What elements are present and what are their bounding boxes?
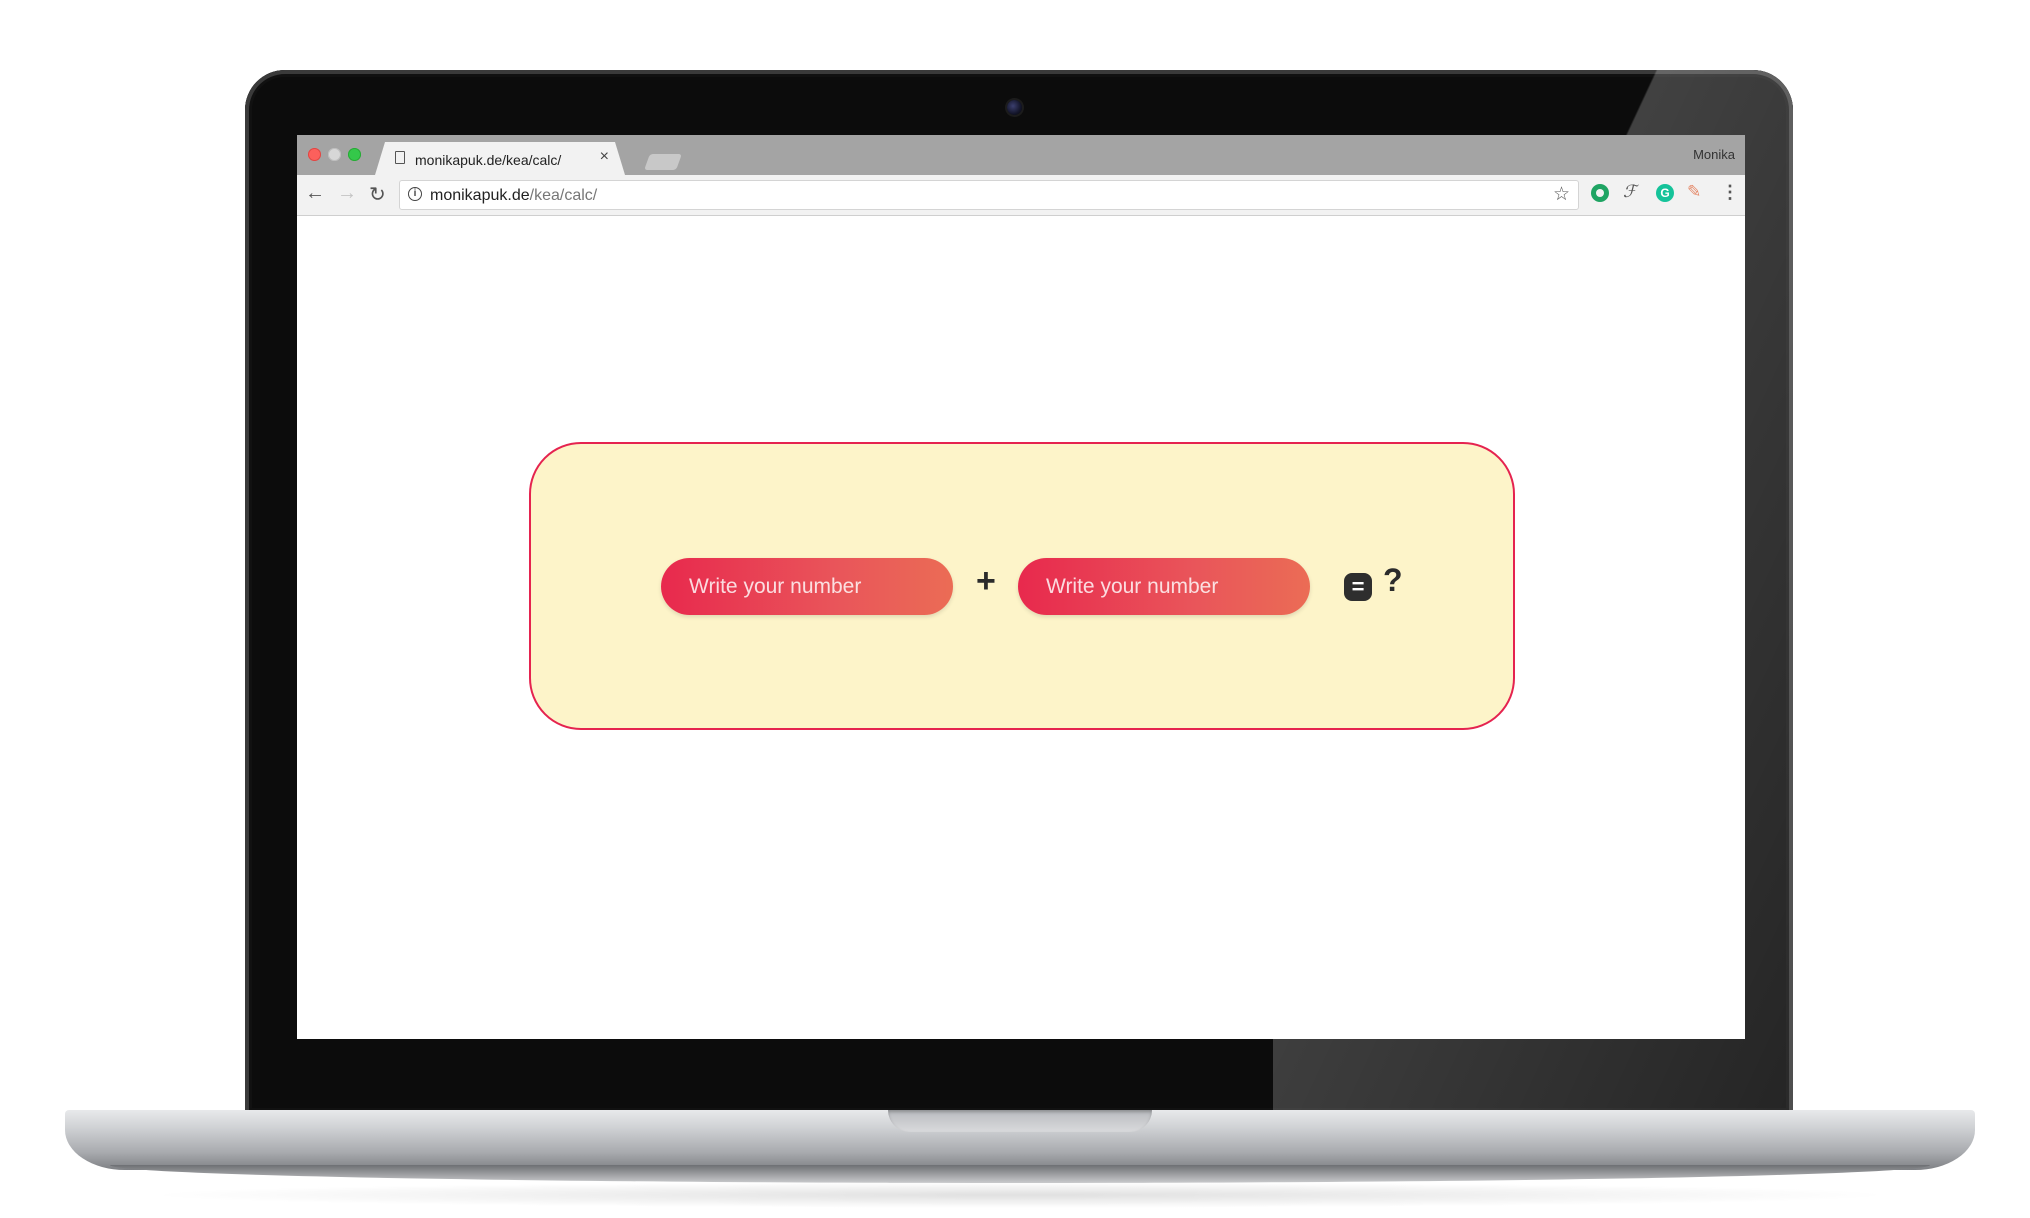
bookmark-star-icon[interactable]: ☆ bbox=[1553, 183, 1570, 206]
second-number-input[interactable]: Write your number bbox=[1018, 558, 1310, 615]
tab-active[interactable]: monikapuk.de/kea/calc/ × bbox=[375, 142, 625, 175]
first-number-placeholder: Write your number bbox=[689, 574, 862, 598]
plus-operator: + bbox=[976, 562, 996, 600]
browser-toolbar: ← → ↻ i monikapuk.de/kea/calc/ ☆ ℱ G ✎ ⋮ bbox=[297, 175, 1745, 216]
window-close-button[interactable] bbox=[308, 148, 321, 161]
eyedropper-icon[interactable]: ✎ bbox=[1687, 182, 1707, 202]
reload-icon[interactable]: ↻ bbox=[369, 182, 386, 207]
url-host: monikapuk.de bbox=[430, 187, 530, 204]
laptop-shadow bbox=[140, 1182, 1900, 1208]
info-icon[interactable]: i bbox=[408, 187, 422, 201]
first-number-input[interactable]: Write your number bbox=[661, 558, 953, 615]
tab-strip: monikapuk.de/kea/calc/ × Monika bbox=[297, 135, 1745, 175]
page-icon bbox=[395, 151, 405, 164]
tab-close-icon[interactable]: × bbox=[600, 148, 609, 166]
webcam-icon bbox=[1007, 100, 1022, 115]
back-arrow-icon[interactable]: ← bbox=[305, 182, 325, 205]
window-minimize-button[interactable] bbox=[328, 148, 341, 161]
grammarly-g-icon[interactable]: G bbox=[1656, 184, 1674, 202]
browser-menu-icon[interactable]: ⋮ bbox=[1721, 182, 1739, 203]
laptop-notch bbox=[888, 1110, 1152, 1132]
browser-window: monikapuk.de/kea/calc/ × Monika ← → ↻ i … bbox=[297, 135, 1745, 1039]
typography-icon[interactable]: ℱ bbox=[1623, 182, 1636, 202]
url-text[interactable]: monikapuk.de/kea/calc/ bbox=[430, 187, 597, 205]
address-bar[interactable]: i monikapuk.de/kea/calc/ ☆ bbox=[399, 180, 1579, 210]
tab-title: monikapuk.de/kea/calc/ bbox=[415, 152, 562, 168]
grammarly-icon[interactable] bbox=[1591, 184, 1609, 202]
window-maximize-button[interactable] bbox=[348, 148, 361, 161]
url-path: /kea/calc/ bbox=[529, 187, 598, 204]
laptop-base-edge bbox=[110, 1165, 1930, 1183]
second-number-placeholder: Write your number bbox=[1046, 574, 1219, 598]
equals-button[interactable]: = bbox=[1344, 573, 1372, 601]
new-tab-button[interactable] bbox=[644, 154, 682, 170]
page-content: Write your number + Write your number = … bbox=[297, 216, 1745, 1039]
profile-name[interactable]: Monika bbox=[1693, 147, 1735, 162]
result-display: ? bbox=[1383, 562, 1403, 598]
forward-arrow-icon[interactable]: → bbox=[337, 182, 357, 205]
calculator-card: Write your number + Write your number = … bbox=[529, 442, 1515, 730]
